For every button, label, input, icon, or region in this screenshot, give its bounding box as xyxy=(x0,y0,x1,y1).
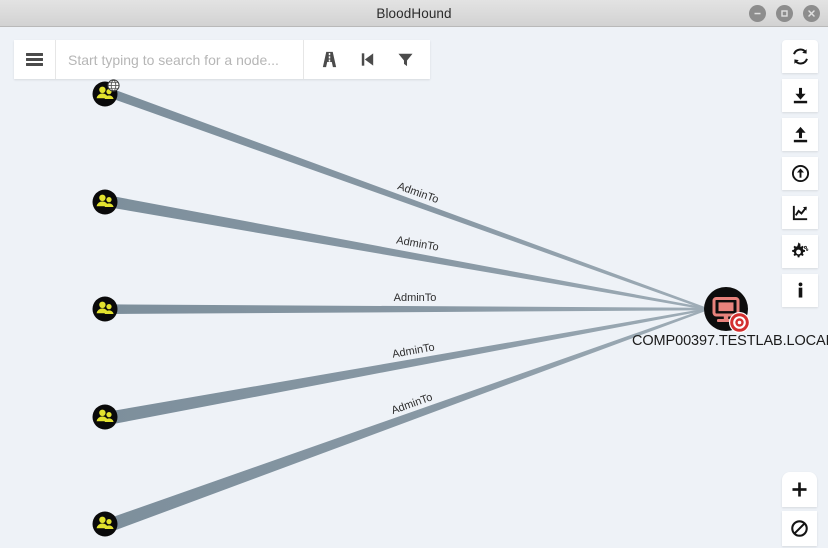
bottom-toolbar xyxy=(782,472,817,546)
target-bullseye-icon xyxy=(729,312,750,333)
node-computer-target[interactable] xyxy=(704,287,750,333)
edge-admin-to-1[interactable] xyxy=(110,88,707,311)
info-button[interactable] xyxy=(782,274,818,307)
upload-circle-button[interactable] xyxy=(782,157,818,190)
right-toolbar xyxy=(782,40,818,307)
graph-svg: AdminTo AdminTo AdminTo AdminTo AdminTo xyxy=(92,79,750,537)
close-icon xyxy=(808,10,815,17)
filter-button[interactable] xyxy=(386,41,424,78)
upload-circle-icon xyxy=(791,164,809,183)
bloodhound-app: BloodHound AdminTo AdminTo AdminTo Admin… xyxy=(0,0,828,548)
minimize-icon xyxy=(754,12,761,15)
upload-icon xyxy=(793,126,807,143)
upload-button[interactable] xyxy=(782,118,818,151)
settings-gears-icon xyxy=(791,242,808,258)
cancel-no-entry-icon xyxy=(791,520,808,537)
maximize-icon xyxy=(781,10,788,17)
zoom-in-plus-icon xyxy=(792,482,807,497)
clear-button[interactable] xyxy=(782,511,817,546)
download-button[interactable] xyxy=(782,79,818,112)
close-button[interactable] xyxy=(803,5,820,22)
node-group-2[interactable] xyxy=(92,189,118,215)
skip-to-start-icon xyxy=(361,53,373,66)
graph-edges xyxy=(110,88,707,530)
computer-node-label: COMP00397.TESTLAB.LOCAL xyxy=(632,333,828,349)
info-icon xyxy=(798,282,802,298)
download-icon xyxy=(793,87,807,104)
pathfinding-icon xyxy=(322,51,336,68)
edge-label-3: AdminTo xyxy=(394,292,437,304)
minimize-button[interactable] xyxy=(749,5,766,22)
window-title: BloodHound xyxy=(376,5,452,21)
node-group-4[interactable] xyxy=(92,404,118,430)
hamburger-menu-button[interactable] xyxy=(14,40,55,79)
refresh-button[interactable] xyxy=(782,40,818,73)
analytics-icon xyxy=(792,205,807,221)
node-group-5[interactable] xyxy=(92,511,118,537)
globe-badge-icon xyxy=(107,79,120,92)
window-controls xyxy=(749,0,820,27)
settings-button[interactable] xyxy=(782,235,818,268)
search-input[interactable] xyxy=(55,40,303,79)
analytics-button[interactable] xyxy=(782,196,818,229)
search-tools xyxy=(303,40,430,79)
node-group-3[interactable] xyxy=(92,296,118,322)
graph-source-nodes xyxy=(92,79,120,537)
maximize-button[interactable] xyxy=(776,5,793,22)
filter-icon xyxy=(397,53,413,67)
edge-admin-to-5[interactable] xyxy=(110,308,707,530)
expand-button[interactable] xyxy=(782,472,817,507)
graph-edge-labels: AdminTo AdminTo AdminTo AdminTo AdminTo xyxy=(390,180,440,417)
skip-to-start-button[interactable] xyxy=(348,41,386,78)
edge-admin-to-3[interactable] xyxy=(113,304,707,314)
pathfinding-button[interactable] xyxy=(310,41,348,78)
graph-canvas[interactable]: AdminTo AdminTo AdminTo AdminTo AdminTo xyxy=(0,27,828,548)
window-titlebar: BloodHound xyxy=(0,0,828,27)
hamburger-menu-icon xyxy=(26,50,43,68)
refresh-icon xyxy=(792,48,808,65)
search-bar xyxy=(14,40,430,79)
node-group-1[interactable] xyxy=(92,79,120,107)
